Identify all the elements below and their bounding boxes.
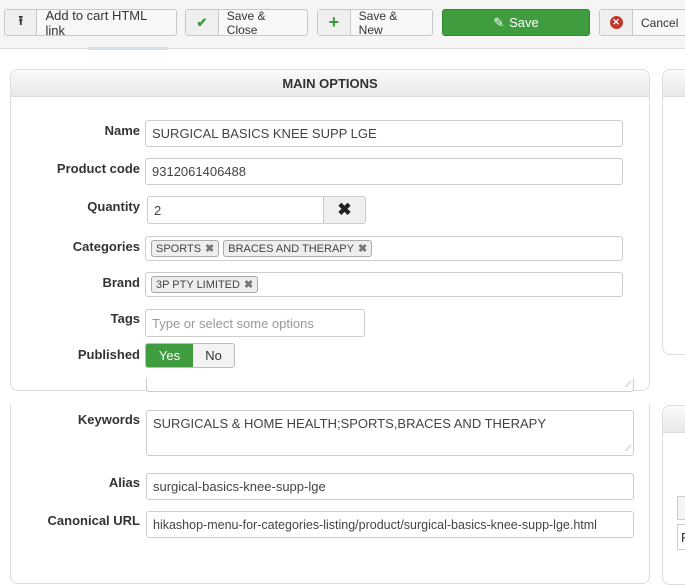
cancel-icon: ✕ [600, 10, 633, 35]
published-no[interactable]: No [193, 344, 234, 367]
brand-tag: 3P PTY LIMITED ✖ [151, 276, 259, 293]
published-toggle[interactable]: Yes No [145, 343, 235, 368]
save-button[interactable]: ✎ Save [442, 9, 590, 36]
alias-input[interactable]: surgical-basics-knee-supp-lge [146, 473, 634, 500]
categories-select[interactable]: SPORTS ✖ BRACES AND THERAPY ✖ [145, 236, 623, 261]
panel-title: MAIN OPTIONS [11, 70, 649, 97]
published-label: Published [77, 347, 140, 362]
quantity-input[interactable]: 2 [147, 196, 324, 224]
toolbar: ⭱ Add to cart HTML link ✔ Save & Close + Sa… [0, 0, 685, 50]
main-options-panel: MAIN OPTIONS [10, 69, 650, 391]
quantity-label: Quantity [87, 199, 140, 214]
active-tab-indicator [88, 47, 168, 50]
cancel-button[interactable]: ✕ Cancel [599, 9, 685, 36]
keywords-textarea[interactable]: SURGICALS & HOME HEALTH;SPORTS,BRACES AN… [146, 410, 634, 456]
product-code-input[interactable]: 9312061406488 [145, 158, 623, 185]
remove-tag-icon[interactable]: ✖ [244, 278, 253, 291]
edit-icon: ✎ [493, 14, 505, 30]
remove-tag-icon[interactable]: ✖ [358, 242, 367, 255]
check-icon: ✔ [186, 10, 219, 35]
brand-select[interactable]: 3P PTY LIMITED ✖ [145, 272, 623, 297]
brand-label: Brand [102, 275, 140, 290]
name-label: Name [104, 123, 140, 138]
side-fragment-text: F [677, 524, 685, 550]
side-panel-2: F [662, 405, 685, 585]
canonical-url-input[interactable]: hikashop-menu-for-categories-listing/pro… [146, 511, 634, 538]
add-to-cart-html-link-button[interactable]: ⭱ Add to cart HTML link [4, 8, 177, 38]
published-yes[interactable]: Yes [146, 344, 193, 367]
plus-icon: + [318, 10, 351, 35]
categories-label: Categories [72, 239, 140, 254]
clear-quantity-button[interactable]: ✖ [323, 196, 366, 224]
category-tag: SPORTS ✖ [151, 240, 220, 257]
save-new-button[interactable]: + Save & New [317, 9, 433, 37]
save-close-button[interactable]: ✔ Save & Close [185, 9, 308, 37]
keywords-label: Keywords [77, 412, 140, 427]
canonical-url-label: Canonical URL [47, 513, 140, 528]
name-input[interactable]: SURGICAL BASICS KNEE SUPP LGE [145, 120, 623, 147]
tags-label: Tags [110, 311, 140, 326]
remove-tag-icon[interactable]: ✖ [205, 242, 214, 255]
side-panel [662, 69, 685, 355]
tags-input[interactable]: Type or select some options [145, 309, 365, 337]
upload-icon: ⭱ [5, 10, 38, 35]
category-tag: BRACES AND THERAPY ✖ [223, 240, 373, 257]
alias-label: Alias [108, 475, 140, 490]
product-code-label: Product code [56, 161, 140, 176]
description-textarea[interactable]: ⟋ [146, 378, 634, 392]
x-icon: ✖ [337, 200, 352, 219]
